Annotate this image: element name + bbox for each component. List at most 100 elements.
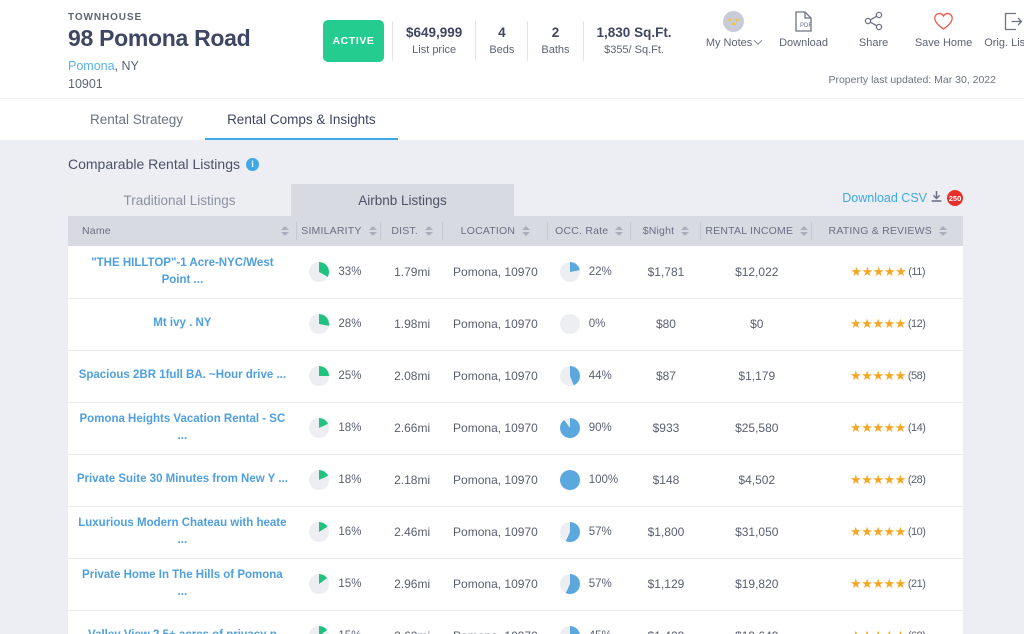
listing-name-link[interactable]: Private Suite 30 Minutes from New Y ... — [76, 471, 289, 488]
svg-text:PDF: PDF — [800, 23, 812, 29]
cell-occ-rate: 57% — [548, 558, 631, 610]
cell-similarity: 28% — [297, 298, 381, 350]
tab-rental-strategy[interactable]: Rental Strategy — [68, 99, 205, 140]
table-row[interactable]: Spacious 2BR 1full BA. ~Hour drive ...25… — [68, 350, 963, 402]
cell-name[interactable]: Valley View 2.5+ acres of privacy p — [68, 610, 297, 634]
main-tabs: Rental Strategy Rental Comps & Insights — [0, 98, 1024, 140]
stat-beds: 4 Beds — [475, 21, 527, 61]
cell-name[interactable]: Mt ivy . NY — [68, 298, 297, 350]
review-count: (11) — [908, 266, 925, 278]
listing-name-link[interactable]: Valley View 2.5+ acres of privacy p — [76, 627, 289, 634]
listing-name-link[interactable]: Private Home In The Hills of Pomona ... — [76, 567, 289, 602]
sort-icon[interactable] — [425, 226, 433, 236]
tab-rental-comps-insights[interactable]: Rental Comps & Insights — [205, 99, 398, 140]
star-rating-icon: ★★★★★(28) — [850, 472, 925, 488]
download-csv-link[interactable]: Download CSV 250 — [842, 190, 963, 206]
review-count: (28) — [908, 474, 926, 486]
sort-icon[interactable] — [281, 226, 289, 236]
column-header-dist[interactable]: DIST. — [381, 216, 443, 246]
stat-label: Beds — [489, 43, 514, 58]
cell-name[interactable]: Spacious 2BR 1full BA. ~Hour drive ... — [68, 350, 297, 402]
table-row[interactable]: "THE HILLTOP"-1 Acre-NYC/West Point ... 3… — [68, 246, 963, 298]
cell-dist: 1.98mi — [381, 298, 443, 350]
cell-rating-reviews: ★★★★★(14) — [812, 402, 963, 454]
location-value: Pomona, 10970 — [453, 265, 538, 279]
dist-value: 2.66mi — [394, 421, 430, 435]
cell-similarity: 33% — [297, 246, 381, 298]
subtab-traditional-listings[interactable]: Traditional Listings — [68, 184, 291, 216]
my-notes-button[interactable]: My Notes — [699, 8, 769, 49]
star-rating-icon: ★★★★★(12) — [850, 316, 925, 332]
sort-icon[interactable] — [939, 226, 947, 236]
column-header-occ-rate[interactable]: OCC. Rate — [548, 216, 631, 246]
column-header-similarity[interactable]: SIMILARITY — [297, 216, 381, 246]
table-row[interactable]: Mt ivy . NY28%1.98miPomona, 109700%$80$0… — [68, 298, 963, 350]
cell-similarity: 18% — [297, 454, 381, 506]
similarity-donut-icon — [309, 418, 329, 438]
listing-name-link[interactable]: Pomona Heights Vacation Rental - SC ... — [76, 411, 289, 446]
sort-icon[interactable] — [800, 226, 808, 236]
orig-listing-button[interactable]: Orig. Listing — [979, 8, 1024, 49]
similarity-donut-icon — [309, 470, 329, 490]
table-row[interactable]: Luxurious Modern Chateau with heate ...1… — [68, 506, 963, 558]
table-row[interactable]: Valley View 2.5+ acres of privacy p15%2.… — [68, 610, 963, 634]
share-label: Share — [859, 37, 888, 49]
sort-icon[interactable] — [615, 226, 623, 236]
cell-name[interactable]: Pomona Heights Vacation Rental - SC ... — [68, 402, 297, 454]
similarity-value: 33% — [338, 266, 368, 278]
sort-icon[interactable] — [681, 226, 689, 236]
cell-name[interactable]: Luxurious Modern Chateau with heate ... — [68, 506, 297, 558]
cell-rating-reviews: ★★★★★(69) — [812, 610, 963, 634]
stat-label: $355/ Sq.Ft. — [597, 43, 672, 58]
listing-name-link[interactable]: Spacious 2BR 1full BA. ~Hour drive ... — [76, 367, 289, 384]
table-row[interactable]: Pomona Heights Vacation Rental - SC ... 1… — [68, 402, 963, 454]
cell-occ-rate: 100% — [548, 454, 631, 506]
sort-icon[interactable] — [522, 226, 530, 236]
listing-name-link[interactable]: Mt ivy . NY — [76, 315, 289, 332]
cell-similarity: 15% — [297, 610, 381, 634]
city-link[interactable]: Pomona — [68, 59, 115, 73]
cell-name[interactable]: Private Suite 30 Minutes from New Y ... — [68, 454, 297, 506]
subtab-airbnb-listings[interactable]: Airbnb Listings — [291, 184, 514, 216]
cell-night: $1,129 — [631, 558, 701, 610]
info-icon[interactable]: i — [246, 158, 259, 171]
cell-rating-reviews: ★★★★★(58) — [812, 350, 963, 402]
occupancy-donut-icon — [560, 522, 580, 542]
cell-rental-income: $4,502 — [701, 454, 812, 506]
similarity-value: 18% — [338, 422, 368, 434]
cell-location: Pomona, 10970 — [443, 610, 547, 634]
cell-dist: 2.46mi — [381, 506, 443, 558]
listing-name-link[interactable]: Luxurious Modern Chateau with heate ... — [76, 515, 289, 550]
save-home-label: Save Home — [915, 37, 972, 49]
table-row[interactable]: Private Home In The Hills of Pomona ...1… — [68, 558, 963, 610]
occ-value: 45% — [589, 630, 619, 634]
section-title-text: Comparable Rental Listings — [68, 156, 240, 172]
column-header-rating-reviews[interactable]: RATING & REVIEWS — [812, 216, 963, 246]
download-button[interactable]: PDF Download — [769, 8, 839, 49]
table-row[interactable]: Private Suite 30 Minutes from New Y ... 1… — [68, 454, 963, 506]
cell-occ-rate: 0% — [548, 298, 631, 350]
column-header-night[interactable]: $Night — [631, 216, 701, 246]
pdf-document-icon: PDF — [795, 10, 812, 32]
sort-icon[interactable] — [369, 226, 377, 236]
save-home-button[interactable]: Save Home — [909, 8, 979, 49]
state-label: , NY — [115, 59, 139, 73]
income-value: $19,820 — [735, 577, 778, 591]
cell-name[interactable]: "THE HILLTOP"-1 Acre-NYC/West Point ... — [68, 246, 297, 298]
cell-similarity: 16% — [297, 506, 381, 558]
cell-rating-reviews: ★★★★★(21) — [812, 558, 963, 610]
occupancy-donut-icon — [560, 418, 580, 438]
cell-rental-income: $19,649 — [701, 610, 812, 634]
column-header-location[interactable]: LOCATION — [443, 216, 547, 246]
cell-name[interactable]: Private Home In The Hills of Pomona ... — [68, 558, 297, 610]
external-link-icon — [1004, 10, 1023, 32]
share-button[interactable]: Share — [839, 8, 909, 49]
listing-name-link[interactable]: "THE HILLTOP"-1 Acre-NYC/West Point ... — [76, 255, 289, 290]
occupancy-donut-icon — [560, 574, 580, 594]
column-header-rental-income[interactable]: RENTAL INCOME — [701, 216, 812, 246]
occ-value: 100% — [589, 474, 619, 486]
table-header-row: Name SIMILARITY DIST. LOCATION — [68, 216, 963, 246]
property-zip: 10901 — [68, 75, 323, 93]
column-header-name[interactable]: Name — [68, 216, 297, 246]
column-label: RATING & REVIEWS — [829, 225, 932, 237]
